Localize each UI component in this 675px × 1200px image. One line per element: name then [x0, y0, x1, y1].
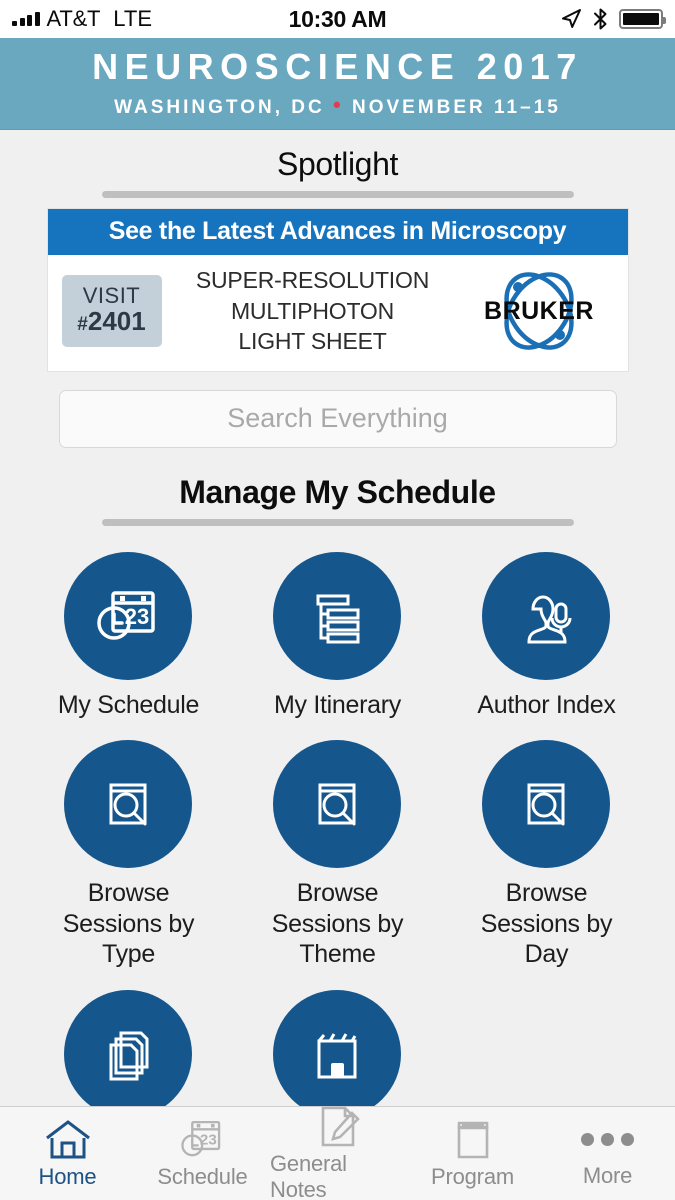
bottom-tab-bar: Home 23 Schedule General Notes Program M… — [0, 1106, 675, 1200]
manage-schedule-divider — [101, 518, 574, 526]
conference-location: WASHINGTON, DC — [114, 96, 325, 118]
location-arrow-icon — [562, 9, 581, 28]
feature-grid: 23 My Schedule My Itinerary Author Index… — [0, 526, 675, 1106]
tile-label: My Schedule — [57, 690, 200, 719]
book-search-icon — [64, 740, 193, 869]
tab-general-notes[interactable]: General Notes — [270, 1105, 405, 1200]
calendar-clock-icon: 23 — [64, 551, 193, 680]
bluetooth-icon — [594, 8, 607, 30]
tile-label: Author Index — [477, 690, 616, 719]
tile-abstracts[interactable] — [24, 989, 233, 1106]
book-search-icon — [273, 740, 402, 869]
tab-label: Program — [431, 1163, 514, 1189]
book-icon — [457, 1121, 488, 1158]
hash-symbol: # — [77, 313, 88, 335]
calendar-day-number: 23 — [125, 604, 149, 629]
scroll-content[interactable]: Spotlight See the Latest Advances in Mic… — [0, 130, 675, 1106]
tab-label: General Notes — [270, 1150, 347, 1200]
ad-banner-text: See the Latest Advances in Microscopy — [47, 209, 628, 255]
tab-program[interactable]: Program — [405, 1118, 540, 1190]
booth-badge: VISIT #2401 — [61, 274, 162, 347]
tile-browse-sessions-by-theme[interactable]: Browse Sessions by Theme — [233, 740, 442, 970]
search-input[interactable] — [58, 389, 617, 448]
tile-label: Browse Sessions by Type — [62, 879, 195, 969]
ad-feature-3: LIGHT SHEET — [238, 328, 387, 355]
ad-feature-2: MULTIPHOTON — [230, 297, 395, 324]
ellipsis-icon — [581, 1119, 634, 1161]
document-stack-icon — [64, 989, 193, 1106]
book-search-icon — [482, 740, 611, 869]
conference-dates: NOVEMBER 11–15 — [351, 96, 561, 118]
spotlight-heading: Spotlight — [277, 146, 398, 182]
tile-my-itinerary[interactable]: My Itinerary — [233, 551, 442, 721]
tab-label: Schedule — [157, 1163, 248, 1189]
tab-schedule[interactable]: 23 Schedule — [135, 1118, 270, 1190]
tile-label: Browse Sessions by Day — [480, 879, 613, 969]
tile-browse-sessions-by-day[interactable]: Browse Sessions by Day — [442, 740, 651, 970]
tab-label: More — [582, 1162, 633, 1188]
conference-header: NEUROSCIENCE 2017 WASHINGTON, DC • NOVEM… — [0, 38, 675, 130]
calendar-clock-icon: 23 — [180, 1120, 220, 1156]
manage-schedule-heading: Manage My Schedule — [179, 473, 496, 510]
tile-label: My Itinerary — [273, 690, 401, 719]
conference-subtitle: WASHINGTON, DC • NOVEMBER 11–15 — [114, 92, 561, 119]
itinerary-list-icon — [273, 551, 402, 680]
booth-visit-label: VISIT — [82, 282, 141, 308]
ad-feature-1: SUPER-RESOLUTION — [195, 267, 430, 293]
booth-number-value: 2401 — [87, 305, 146, 336]
ad-feature-list: SUPER-RESOLUTION MULTIPHOTON LIGHT SHEET — [168, 265, 458, 357]
note-pencil-icon — [321, 1106, 360, 1146]
tile-exhibits[interactable] — [233, 989, 442, 1106]
booth-number: #2401 — [77, 305, 146, 337]
svg-text:23: 23 — [199, 1131, 216, 1148]
bruker-wordmark: BRUKER — [484, 297, 594, 325]
bruker-logo: BRUKER — [464, 269, 614, 353]
tab-label: Home — [38, 1163, 97, 1189]
tab-more[interactable]: More — [540, 1119, 675, 1189]
spotlight-divider — [101, 191, 574, 198]
status-bar: AT&T LTE 10:30 AM — [0, 0, 675, 38]
tile-browse-sessions-by-type[interactable]: Browse Sessions by Type — [24, 740, 233, 970]
app-screen: AT&T LTE 10:30 AM NEUROSCIENCE 2017 WASH… — [0, 0, 675, 1200]
tile-label: Browse Sessions by Theme — [271, 879, 404, 969]
speaker-microphone-icon — [482, 551, 611, 680]
search-row — [0, 372, 675, 448]
conference-title: NEUROSCIENCE 2017 — [92, 46, 583, 88]
sponsor-ad-card[interactable]: See the Latest Advances in Microscopy VI… — [46, 208, 629, 372]
battery-full-icon — [619, 9, 666, 29]
tile-my-schedule[interactable]: 23 My Schedule — [24, 551, 233, 721]
tab-home[interactable]: Home — [0, 1118, 135, 1190]
exhibit-booth-icon — [273, 989, 402, 1106]
tile-author-index[interactable]: Author Index — [442, 551, 651, 721]
home-icon — [45, 1119, 90, 1158]
status-bar-right — [560, 7, 666, 31]
separator-dot: • — [332, 91, 344, 117]
ad-body: VISIT #2401 SUPER-RESOLUTION MULTIPHOTON… — [48, 255, 628, 371]
